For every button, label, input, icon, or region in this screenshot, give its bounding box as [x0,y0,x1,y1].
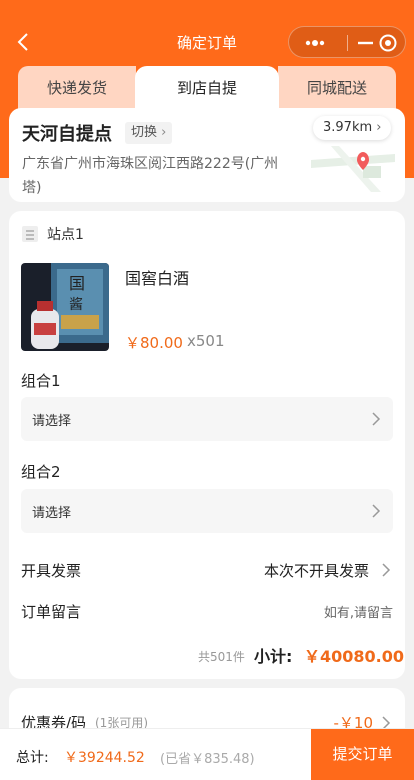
group-1-placeholder: 请选择 [32,414,72,429]
order-card: 站点1 国 酱 国窖白酒 ￥80.00 x501 组合1 请选择 组合2 请选择… [9,211,405,679]
store-name: 天河自提点 [22,124,112,145]
chevron-right-icon: › [161,125,167,140]
store-address: 广东省广州市海珠区阅江西路222号(广州塔) [22,156,279,196]
group-1-select[interactable]: 请选择 [21,397,393,441]
chevron-right-icon [372,504,381,518]
group-1-label: 组合1 [21,372,61,390]
svg-text:酱: 酱 [69,297,83,313]
target-icon [379,34,397,52]
store-icon [22,226,38,242]
navigation-bar: 确定订单 [0,22,414,62]
product-price: ￥80.00 [125,334,183,352]
invoice-value: 本次不开具发票 [263,562,369,580]
invoice-label: 开具发票 [21,562,82,580]
switch-store-button[interactable]: 切换 › [125,122,173,144]
saved-amount: (已省￥835.48) [160,752,255,767]
close-button[interactable] [375,33,401,53]
message-input[interactable]: 如有,请留言 [324,602,393,621]
switch-store-label: 切换 [131,125,158,140]
submit-order-button[interactable]: 提交订单 [311,729,414,780]
chevron-right-icon [382,563,391,577]
delivery-tabs: 快递发货 同城配送 到店自提 [18,66,396,116]
store-card: 天河自提点 切换 › 广东省广州市海珠区阅江西路222号(广州塔) 3.97km… [9,108,405,202]
subtotal-value: ￥40080.00 [304,647,405,666]
message-label: 订单留言 [21,603,82,621]
distance-value: 3.97km [323,120,373,135]
more-dots-icon [305,40,325,46]
svg-text:国: 国 [69,274,85,293]
total-value: ￥39244.52 [64,750,145,766]
distance-badge: 3.97km › [313,116,392,140]
checkout-bar: 总计: ￥39244.52 (已省￥835.48) 提交订单 [0,728,414,780]
product-image[interactable]: 国 酱 [21,263,109,351]
chevron-right-icon [372,412,381,426]
group-2-select[interactable]: 请选择 [21,489,393,533]
chevron-right-icon: › [376,120,382,135]
group-2-placeholder: 请选择 [32,506,72,521]
group-2-label: 组合2 [21,463,61,481]
product-name: 国窖白酒 [125,269,190,288]
site-label: 站点1 [47,227,84,243]
total-label: 总计: [16,750,49,766]
capsule-divider [347,35,348,51]
subtotal-label: 小计: [254,647,293,666]
more-button[interactable] [303,33,329,53]
baijiu-bottle-icon: 国 酱 [21,263,109,351]
tab-local-delivery[interactable]: 同城配送 [278,66,396,110]
tab-express[interactable]: 快递发货 [18,66,136,110]
mini-program-capsule [288,26,406,58]
product-quantity: x501 [187,332,225,350]
item-count: 共501件 [198,650,245,664]
